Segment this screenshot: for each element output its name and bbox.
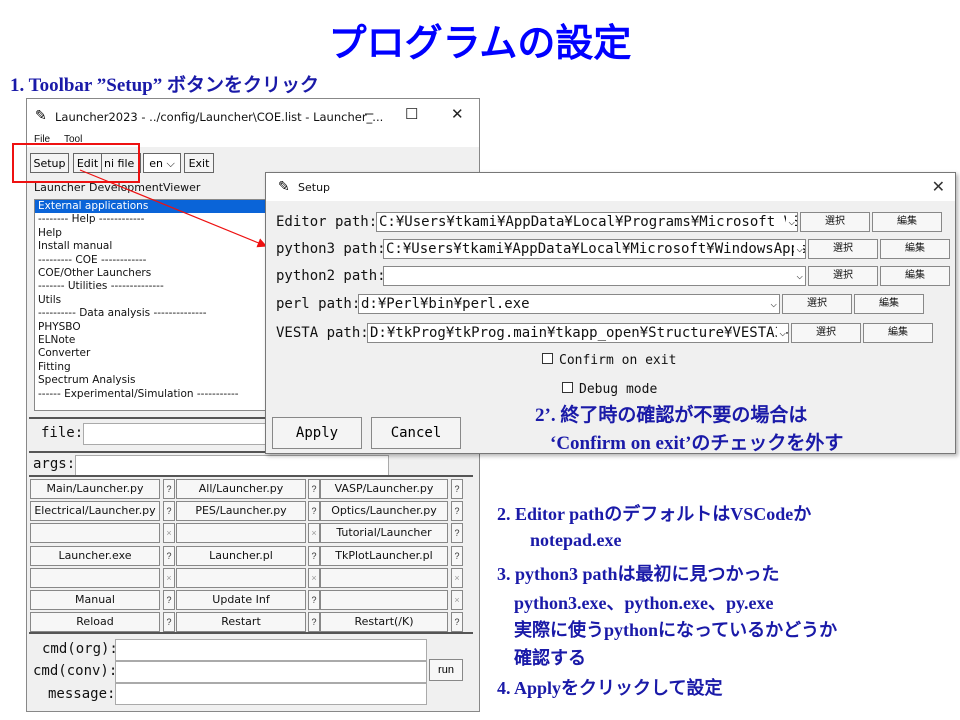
path-label: python3 path: bbox=[276, 241, 386, 257]
note-3-line2: python3.exe、python.exe、py.exe bbox=[514, 593, 774, 613]
path-value: C:¥Users¥tkami¥AppData¥Local¥Microsoft¥W… bbox=[386, 241, 806, 257]
confirm-on-exit-checkbox[interactable]: Confirm on exit bbox=[542, 353, 676, 368]
close-icon[interactable]: ✕ bbox=[932, 177, 945, 197]
chevron-down-icon[interactable]: ⌵ bbox=[794, 240, 803, 258]
path-value: C:¥Users¥tkami¥AppData¥Local¥Programs¥Mi… bbox=[379, 214, 798, 230]
checkbox-icon[interactable] bbox=[562, 382, 573, 393]
confirm-label: Confirm on exit bbox=[559, 353, 677, 368]
select-button[interactable]: 選択 bbox=[808, 239, 878, 259]
path-combobox[interactable]: d:¥Perl¥bin¥perl.exe ⌵ bbox=[358, 294, 780, 314]
note-4: 4. Applyをクリックして設定 bbox=[497, 678, 723, 698]
chevron-down-icon[interactable]: ⌵ bbox=[768, 295, 777, 313]
note-2-line1: 2. Editor pathのデフォルトはVSCodeか bbox=[497, 504, 812, 524]
select-button[interactable]: 選択 bbox=[800, 212, 870, 232]
path-label: Editor path: bbox=[276, 214, 378, 230]
debug-label: Debug mode bbox=[579, 382, 658, 397]
edit-button[interactable]: 編集 bbox=[880, 266, 950, 286]
setup-title: Setup bbox=[298, 181, 331, 194]
note-2prime-line2: ‘Confirm on exit’のチェックを外す bbox=[550, 433, 844, 454]
edit-button[interactable]: 編集 bbox=[872, 212, 942, 232]
select-button[interactable]: 選択 bbox=[791, 323, 861, 343]
chevron-down-icon[interactable]: ⌵ bbox=[777, 324, 786, 342]
debug-mode-checkbox[interactable]: Debug mode bbox=[562, 382, 657, 397]
path-label: perl path: bbox=[276, 296, 361, 312]
path-label: python2 path: bbox=[276, 268, 386, 284]
feather-icon: ✎ bbox=[278, 178, 290, 194]
edit-button[interactable]: 編集 bbox=[854, 294, 924, 314]
edit-button[interactable]: 編集 bbox=[863, 323, 933, 343]
apply-button[interactable]: Apply bbox=[272, 417, 362, 449]
path-combobox[interactable]: C:¥Users¥tkami¥AppData¥Local¥Microsoft¥W… bbox=[383, 239, 806, 259]
path-combobox[interactable]: D:¥tkProg¥tkProg.main¥tkapp_open¥Structu… bbox=[367, 323, 789, 343]
chevron-down-icon[interactable]: ⌵ bbox=[786, 213, 795, 231]
edit-button[interactable]: 編集 bbox=[880, 239, 950, 259]
checkbox-icon[interactable] bbox=[542, 353, 553, 364]
note-2-line2: notepad.exe bbox=[530, 530, 622, 550]
note-3-line4: 確認する bbox=[514, 648, 586, 668]
note-2prime-line1: 2’. 終了時の確認が不要の場合は bbox=[535, 405, 808, 426]
path-label: VESTA path: bbox=[276, 325, 369, 341]
path-value: d:¥Perl¥bin¥perl.exe bbox=[361, 296, 530, 312]
cancel-button[interactable]: Cancel bbox=[371, 417, 461, 449]
select-button[interactable]: 選択 bbox=[808, 266, 878, 286]
note-3-line1: 3. python3 pathは最初に見つかった bbox=[497, 564, 780, 584]
setup-titlebar: ✎ Setup ✕ bbox=[266, 173, 955, 201]
path-combobox[interactable]: ⌵ bbox=[383, 266, 806, 286]
chevron-down-icon[interactable]: ⌵ bbox=[794, 267, 803, 285]
path-combobox[interactable]: C:¥Users¥tkami¥AppData¥Local¥Programs¥Mi… bbox=[376, 212, 798, 232]
select-button[interactable]: 選択 bbox=[782, 294, 852, 314]
note-3-line3: 実際に使うpythonになっているかどうか bbox=[514, 620, 838, 640]
path-value: D:¥tkProg¥tkProg.main¥tkapp_open¥Structu… bbox=[370, 325, 789, 341]
